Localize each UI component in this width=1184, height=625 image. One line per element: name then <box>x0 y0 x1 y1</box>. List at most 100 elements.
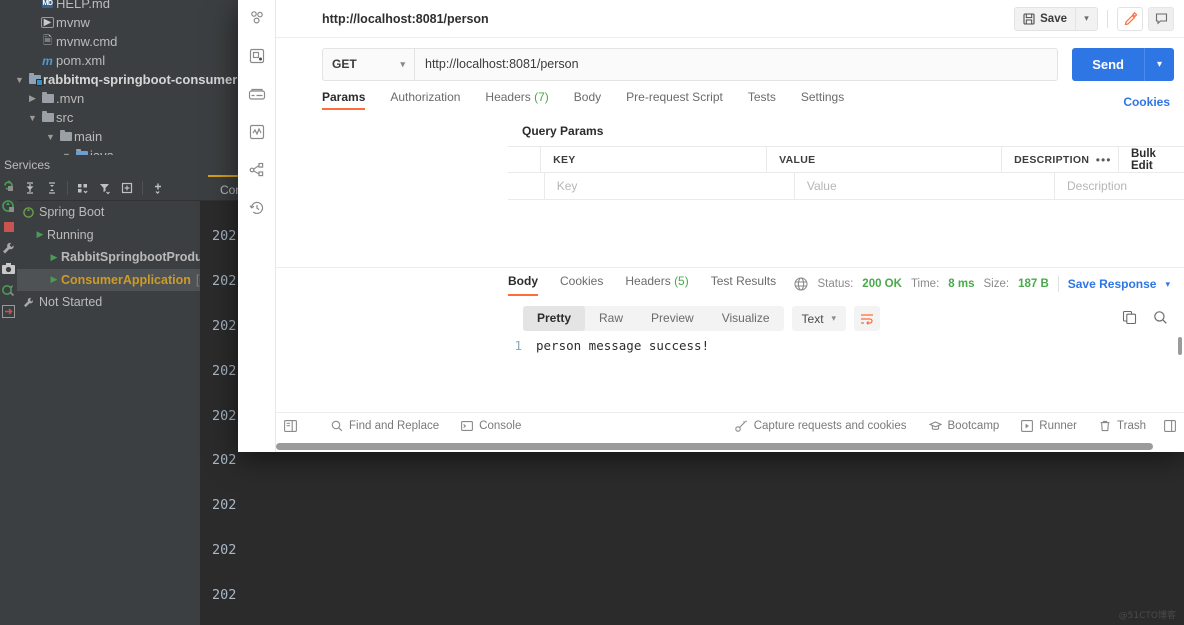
view-mode-segment[interactable]: Pretty Raw Preview Visualize <box>523 306 784 331</box>
runner-button[interactable]: Runner <box>1021 420 1077 432</box>
table-row[interactable]: Key Value Description <box>508 173 1184 200</box>
tab-settings[interactable]: Settings <box>801 90 844 110</box>
postman-sidebar-rail[interactable] <box>238 0 276 452</box>
tree-item-pom-xml[interactable]: m pom.xml <box>0 51 240 70</box>
tab-params[interactable]: Params <box>322 90 366 110</box>
monitors-icon[interactable] <box>247 122 267 142</box>
resp-tab-test-results[interactable]: Test Results <box>711 274 776 296</box>
service-node-producer-app[interactable]: ▶ RabbitSpringbootProducerApplication <box>17 246 200 269</box>
search-icon[interactable] <box>1153 310 1168 325</box>
response-tabs[interactable]: Body Cookies Headers (5) Test Results <box>508 274 798 296</box>
http-method-select[interactable]: GET ▾ <box>322 47 415 81</box>
rerun-icon[interactable] <box>2 178 16 192</box>
response-body-viewer[interactable]: 1 person message success! <box>508 338 1172 418</box>
send-options-caret[interactable]: ▾ <box>1144 47 1174 81</box>
service-node-consumer-app[interactable]: ▶ ConsumerApplication [dev <box>17 268 200 291</box>
save-response-button[interactable]: Save Response <box>1068 277 1157 291</box>
tab-tests[interactable]: Tests <box>748 90 776 110</box>
chevron-down-icon[interactable]: ▼ <box>26 113 39 123</box>
tree-item-help-md[interactable]: MD HELP.md <box>0 0 240 13</box>
chevron-down-icon[interactable]: ▼ <box>44 132 57 142</box>
request-url-bar[interactable]: GET ▾ http://localhost:8081/person Send … <box>276 38 1184 90</box>
save-options-caret[interactable]: ▾ <box>1076 6 1098 31</box>
environments-icon[interactable] <box>247 84 267 104</box>
capture-requests-button[interactable]: Capture requests and cookies <box>734 420 907 432</box>
bulk-edit-button[interactable]: Bulk Edit <box>1119 147 1184 172</box>
copy-icon[interactable] <box>1122 310 1137 325</box>
postman-window[interactable]: http://localhost:8081/person Save ▾ GET … <box>238 0 1184 452</box>
view-mode-visualize[interactable]: Visualize <box>708 306 784 331</box>
tab-body[interactable]: Body <box>574 90 601 110</box>
select-all-cell[interactable] <box>508 147 542 172</box>
spring-boot-icon[interactable] <box>2 199 16 213</box>
postman-horizontal-scrollbar[interactable] <box>276 443 1180 450</box>
comment-button[interactable] <box>1148 6 1174 31</box>
postman-footer[interactable]: Find and Replace Console Capture request… <box>276 412 1184 438</box>
tree-item-java[interactable]: ▼ java <box>0 146 240 155</box>
query-params-table[interactable]: KEY VALUE DESCRIPTION ••• Bulk Edit Key … <box>508 146 1184 201</box>
service-node-running[interactable]: ▶ Running <box>17 224 200 247</box>
group-by-icon[interactable] <box>73 178 93 198</box>
view-mode-pretty[interactable]: Pretty <box>523 306 586 331</box>
request-url-input[interactable]: http://localhost:8081/person <box>415 47 1059 81</box>
tree-item-mvn[interactable]: ▶ .mvn <box>0 89 240 108</box>
footer-right-actions[interactable]: Capture requests and cookies Bootcamp Ru… <box>713 420 1176 432</box>
word-wrap-button[interactable] <box>854 306 881 331</box>
tree-item-main[interactable]: ▼ main <box>0 127 240 146</box>
tree-item-src[interactable]: ▼ src <box>0 108 240 127</box>
bootcamp-button[interactable]: Bootcamp <box>928 420 999 432</box>
tab-pre-request-script[interactable]: Pre-request Script <box>626 90 723 110</box>
scrollbar-thumb[interactable] <box>276 443 1153 450</box>
collapse-all-icon[interactable] <box>42 178 62 198</box>
spring-actuator-icon[interactable] <box>2 283 16 297</box>
topbar-actions[interactable]: Save ▾ <box>1014 6 1184 31</box>
services-toolbar[interactable] <box>17 175 200 201</box>
description-input[interactable]: Description <box>1067 179 1127 193</box>
format-select[interactable]: Text ▾ <box>791 306 847 331</box>
flows-icon[interactable] <box>247 160 267 180</box>
edit-button[interactable] <box>1117 6 1143 31</box>
add-service-icon[interactable] <box>148 178 168 198</box>
collections-icon[interactable] <box>247 8 267 28</box>
history-icon[interactable] <box>247 198 267 218</box>
service-node-not-started[interactable]: Not Started <box>17 291 200 314</box>
resp-tab-body[interactable]: Body <box>508 274 538 296</box>
chevron-right-icon[interactable]: ▶ <box>26 93 39 104</box>
row-checkbox-cell[interactable] <box>508 173 545 199</box>
tree-item-mvnw[interactable]: ▶ mvnw <box>0 13 240 32</box>
side-panel-button[interactable] <box>1164 419 1176 432</box>
response-vertical-scrollbar[interactable] <box>1178 337 1182 355</box>
chevron-down-icon[interactable]: ▾ <box>1165 279 1170 290</box>
view-mode-preview[interactable]: Preview <box>637 306 708 331</box>
project-tree-panel[interactable]: MD HELP.md ▶ mvnw 🗎 mvnw.cmd m pom.xml ▼… <box>0 0 240 155</box>
export-icon[interactable] <box>2 304 16 318</box>
stop-icon[interactable] <box>2 220 16 234</box>
request-tabs[interactable]: Params Authorization Headers (7) Body Pr… <box>276 90 1184 116</box>
apis-icon[interactable] <box>247 46 267 66</box>
filter-icon[interactable] <box>95 178 115 198</box>
resp-tab-headers[interactable]: Headers (5) <box>625 274 688 296</box>
chevron-down-icon[interactable]: ▼ <box>13 75 26 85</box>
services-left-toolbar[interactable] <box>0 175 17 625</box>
services-tree[interactable]: Spring Boot ▶ Running ▶ RabbitSpringboot… <box>17 201 200 625</box>
find-and-replace-button[interactable]: Find and Replace <box>331 420 439 432</box>
view-mode-raw[interactable]: Raw <box>585 306 637 331</box>
response-viewer-toolbar[interactable]: Pretty Raw Preview Visualize Text ▾ <box>523 306 881 331</box>
service-node-spring-boot[interactable]: Spring Boot <box>17 201 200 224</box>
ellipsis-icon[interactable]: ••• <box>1089 147 1119 172</box>
camera-icon[interactable] <box>2 262 16 276</box>
save-button[interactable]: Save <box>1014 6 1076 31</box>
send-button[interactable]: Send <box>1072 47 1144 81</box>
trash-button[interactable]: Trash <box>1099 420 1146 432</box>
console-button[interactable]: Console <box>461 420 521 432</box>
add-tab-icon[interactable] <box>117 178 137 198</box>
response-actions[interactable] <box>1122 310 1168 325</box>
key-input[interactable]: Key <box>557 179 578 193</box>
tree-item-mvnw-cmd[interactable]: 🗎 mvnw.cmd <box>0 32 240 51</box>
tree-item-rabbitmq-springboot-consumer[interactable]: ▼ rabbitmq-springboot-consumer <box>0 70 240 89</box>
resp-tab-cookies[interactable]: Cookies <box>560 274 603 296</box>
tab-headers[interactable]: Headers (7) <box>485 90 548 110</box>
layout-toggle-button[interactable] <box>284 419 297 432</box>
settings-wrench-icon[interactable] <box>2 241 16 255</box>
expand-all-icon[interactable] <box>20 178 40 198</box>
